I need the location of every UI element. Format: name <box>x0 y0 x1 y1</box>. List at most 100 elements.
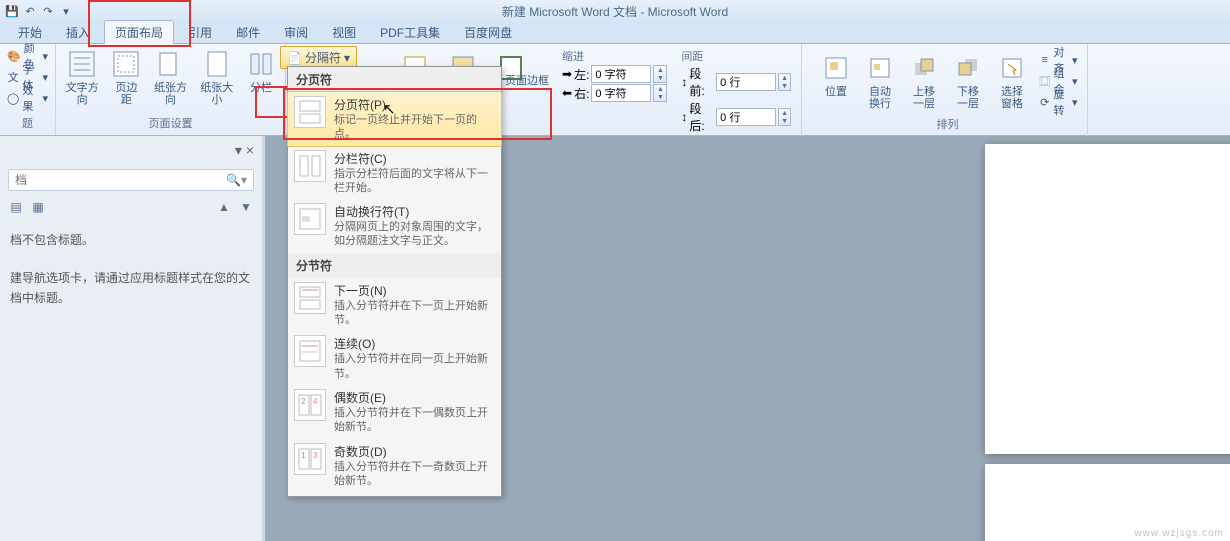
indent-right-label: 右: <box>574 85 589 102</box>
nav-search-input[interactable] <box>15 173 215 187</box>
tab-mail[interactable]: 邮件 <box>226 21 270 43</box>
position-icon <box>820 52 852 84</box>
position-button[interactable]: 位置 <box>816 50 856 100</box>
undo-icon[interactable]: ↶ <box>22 3 38 19</box>
breaks-item-evenpage[interactable]: 24 偶数页(E)插入分节符并在下一偶数页上开始新节。 <box>288 385 501 439</box>
indent-left-input[interactable] <box>591 65 651 83</box>
save-icon[interactable]: 💾 <box>4 3 20 19</box>
margins-label: 页边距 <box>110 82 142 106</box>
wrap-icon <box>864 52 896 84</box>
bringfront-label: 上移一层 <box>908 86 940 110</box>
breaks-item-column-desc: 指示分栏符后面的文字将从下一栏开始。 <box>334 167 495 196</box>
indent-left-icon: ➡ <box>562 67 572 81</box>
textwrap-icon <box>294 203 326 235</box>
chevron-down-icon: ▾ <box>344 51 350 65</box>
indent-header: 缩进 <box>562 48 667 64</box>
watermark-text: www.wzjsgs.com <box>1134 528 1224 539</box>
breaks-dropdown: 分页符 分页符(P)标记一页终止并开始下一页的点。 分栏符(C)指示分栏符后面的… <box>287 66 502 497</box>
continuous-icon <box>294 335 326 367</box>
nav-tab-headings-icon[interactable]: ▤ <box>8 199 24 215</box>
nav-tab-pages-icon[interactable]: ▦ <box>30 199 46 215</box>
wrap-label: 自动换行 <box>864 86 896 110</box>
breaks-item-pagebreak[interactable]: 分页符(P)标记一页终止并开始下一页的点。 <box>287 91 502 147</box>
sendback-button[interactable]: 下移一层 <box>948 50 988 112</box>
effects-icon: ◯ <box>7 90 19 106</box>
spacing-after-label: 段后: <box>689 100 714 134</box>
nav-close-button[interactable]: ▾ × <box>235 142 254 159</box>
navigation-pane: ▾ × 🔍▾ ▤ ▦ ▲ ▼ 档不包含标题。 建导航选项卡，请通过应用标题样式在… <box>0 136 265 541</box>
breaks-item-column-title: 分栏符(C) <box>334 150 495 167</box>
spacing-after-input[interactable] <box>716 108 776 126</box>
breaks-item-evenpage-desc: 插入分节符并在下一偶数页上开始新节。 <box>334 406 495 435</box>
breaks-item-evenpage-title: 偶数页(E) <box>334 389 495 406</box>
indent-right-spinner[interactable]: ▲▼ <box>653 84 667 102</box>
breaks-item-continuous[interactable]: 连续(O)插入分节符并在同一页上开始新节。 <box>288 331 501 385</box>
evenpage-icon: 24 <box>294 389 326 421</box>
breaks-icon: 📄 <box>287 51 302 65</box>
breaks-item-oddpage-title: 奇数页(D) <box>334 443 495 460</box>
svg-text:3: 3 <box>313 451 318 460</box>
pagebreak-icon <box>294 96 326 128</box>
columns-label: 分栏 <box>250 82 272 94</box>
nav-search-box[interactable]: 🔍▾ <box>8 169 254 191</box>
breaks-item-nextpage[interactable]: 下一页(N)插入分节符并在下一页上开始新节。 <box>288 278 501 332</box>
text-direction-icon <box>66 48 98 80</box>
nav-message-2: 建导航选项卡，请通过应用标题样式在您的文档中标题。 <box>10 269 252 307</box>
breaks-dd-header-section: 分节符 <box>288 253 501 278</box>
nav-tab-up-icon[interactable]: ▲ <box>216 199 232 215</box>
spacing-before-input[interactable] <box>716 73 776 91</box>
position-label: 位置 <box>825 86 847 98</box>
tab-baidu[interactable]: 百度网盘 <box>454 21 522 43</box>
qat-dropdown-icon[interactable]: ▾ <box>58 3 74 19</box>
group-pagesetup-label: 页面设置 <box>60 115 281 133</box>
orientation-button[interactable]: 纸张方向 <box>148 46 192 108</box>
nextpage-icon <box>294 282 326 314</box>
orientation-label: 纸张方向 <box>152 82 188 106</box>
breaks-item-column[interactable]: 分栏符(C)指示分栏符后面的文字将从下一栏开始。 <box>288 146 501 200</box>
oddpage-icon: 13 <box>294 443 326 475</box>
rotate-button[interactable]: ⟳旋转▾ <box>1036 92 1081 112</box>
tab-pdf[interactable]: PDF工具集 <box>370 21 450 43</box>
tab-reference[interactable]: 引用 <box>178 21 222 43</box>
size-button[interactable]: 纸张大小 <box>195 46 239 108</box>
tab-pagelayout[interactable]: 页面布局 <box>104 20 174 44</box>
indent-right-input[interactable] <box>591 84 651 102</box>
breaks-button-label: 分隔符 <box>305 49 341 66</box>
bringfront-icon <box>908 52 940 84</box>
indent-left-spinner[interactable]: ▲▼ <box>653 65 667 83</box>
pageborder-label: 页面边框 <box>505 72 549 88</box>
text-direction-button[interactable]: 文字方向 <box>60 46 104 108</box>
tab-insert[interactable]: 插入 <box>56 21 100 43</box>
window-title: 新建 Microsoft Word 文档 - Microsoft Word <box>502 3 728 20</box>
breaks-item-oddpage[interactable]: 13 奇数页(D)插入分节符并在下一奇数页上开始新节。 <box>288 439 501 493</box>
columnbreak-icon <box>294 150 326 182</box>
document-page-1[interactable] <box>985 144 1230 454</box>
ribbon: 🎨颜色▾ 文字体▾ ◯效果▾ 题 文字方向 页边距 纸张方向 纸张大小 <box>0 44 1230 136</box>
margins-button[interactable]: 页边距 <box>106 46 146 108</box>
theme-effects[interactable]: ◯效果▾ <box>4 88 51 108</box>
breaks-item-pagebreak-desc: 标记一页终止并开始下一页的点。 <box>334 113 495 142</box>
tab-review[interactable]: 审阅 <box>274 21 318 43</box>
breaks-item-pagebreak-title: 分页符(P) <box>334 96 495 113</box>
tab-view[interactable]: 视图 <box>322 21 366 43</box>
svg-text:2: 2 <box>301 397 306 406</box>
columns-button[interactable]: 分栏 <box>241 46 281 96</box>
selectionpane-button[interactable]: 选择窗格 <box>992 50 1032 112</box>
size-icon <box>201 48 233 80</box>
spacing-header: 间距 <box>681 48 791 64</box>
nav-tab-down-icon[interactable]: ▼ <box>238 199 254 215</box>
selectionpane-icon <box>996 52 1028 84</box>
columns-icon <box>245 48 277 80</box>
spacing-after-spinner[interactable]: ▲▼ <box>778 108 791 126</box>
redo-icon[interactable]: ↷ <box>40 3 56 19</box>
breaks-item-nextpage-desc: 插入分节符并在下一页上开始新节。 <box>334 299 495 328</box>
bringfront-button[interactable]: 上移一层 <box>904 50 944 112</box>
breaks-item-textwrap-title: 自动换行符(T) <box>334 203 495 220</box>
search-icon[interactable]: 🔍▾ <box>226 173 247 187</box>
breaks-item-textwrap[interactable]: 自动换行符(T)分隔网页上的对象周围的文字，如分隔题注文字与正文。 <box>288 199 501 253</box>
fonts-icon: 文 <box>7 69 19 85</box>
spacing-before-spinner[interactable]: ▲▼ <box>778 73 791 91</box>
breaks-item-continuous-desc: 插入分节符并在同一页上开始新节。 <box>334 352 495 381</box>
wrap-button[interactable]: 自动换行 <box>860 50 900 112</box>
breaks-item-oddpage-desc: 插入分节符并在下一奇数页上开始新节。 <box>334 460 495 489</box>
